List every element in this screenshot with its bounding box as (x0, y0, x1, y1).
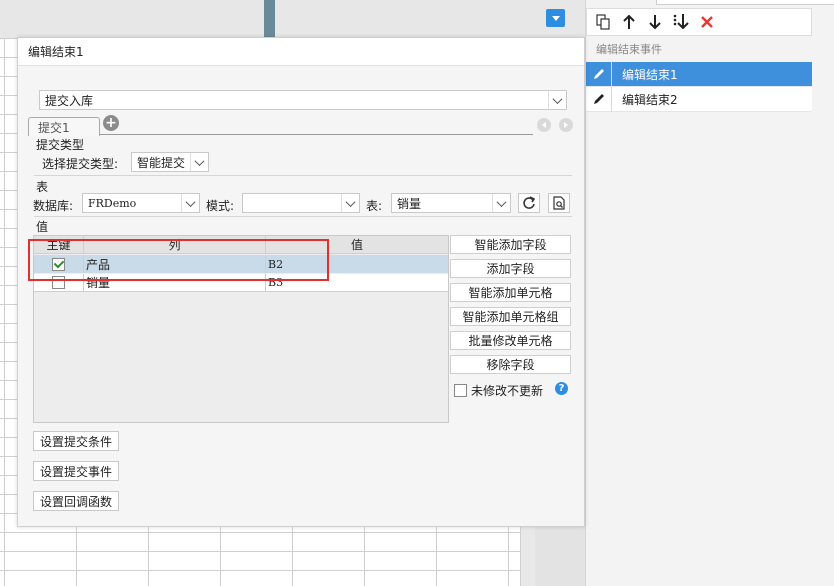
preview-button[interactable] (548, 193, 570, 213)
divider (34, 175, 572, 176)
no-update-option[interactable]: 未修改不更新 (454, 382, 543, 399)
submit-mode-value: 提交入库 (45, 93, 94, 108)
database-label: 数据库: (33, 199, 74, 213)
event-caption: 编辑结束事件 (596, 43, 662, 56)
chevron-down-icon (181, 194, 199, 212)
chevron-down-icon (190, 153, 208, 171)
dialog-title: 编辑结束1 (18, 38, 584, 66)
table-value: 销量 (397, 196, 422, 211)
chevron-down-icon (548, 91, 566, 109)
add-field-button[interactable]: 添加字段 (450, 259, 571, 278)
database-select[interactable]: FRDemo (82, 193, 200, 213)
batch-modify-cell-button[interactable]: 批量修改单元格 (450, 331, 571, 350)
database-value: FRDemo (88, 196, 137, 210)
set-submit-condition-button[interactable]: 设置提交条件 (33, 431, 120, 451)
event-panel: 编辑结束事件 编辑结束1 编辑结束2 (585, 0, 834, 586)
chevron-down-icon (341, 194, 359, 212)
highlight-annotation (28, 239, 329, 281)
submit-mode-select[interactable]: 提交入库 (39, 90, 567, 110)
remove-field-button[interactable]: 移除字段 (450, 355, 571, 374)
table-select[interactable]: 销量 (391, 193, 511, 213)
add-tab-icon[interactable]: + (103, 115, 119, 131)
submit-type-select[interactable]: 智能提交 (131, 152, 209, 172)
tab-next-icon[interactable] (559, 118, 573, 132)
edit-pencil-icon (586, 86, 612, 112)
event-item-1[interactable]: 编辑结束1 (586, 61, 812, 87)
event-toolbar (586, 8, 812, 36)
tab-submit-1[interactable]: 提交1 (28, 117, 100, 136)
preview-icon (553, 196, 565, 210)
value-heading: 值 (36, 220, 49, 234)
smart-add-cell-button[interactable]: 智能添加单元格 (450, 283, 571, 302)
event-item-2[interactable]: 编辑结束2 (586, 86, 812, 112)
smart-add-field-button[interactable]: 智能添加字段 (450, 235, 571, 254)
mode-select[interactable] (242, 193, 360, 213)
set-callback-button[interactable]: 设置回调函数 (33, 491, 120, 511)
help-icon[interactable]: ? (555, 382, 568, 395)
panel-top-strip (656, 0, 834, 5)
submit-tabbar: 提交1 + (28, 115, 533, 136)
event-list: 编辑结束1 编辑结束2 (586, 61, 812, 112)
tab-label: 提交1 (38, 120, 70, 135)
move-down-icon[interactable] (645, 13, 664, 32)
delete-icon[interactable] (697, 13, 716, 32)
move-bottom-icon[interactable] (671, 13, 690, 32)
toolbar-dropdown-icon[interactable] (546, 9, 565, 27)
set-submit-event-button[interactable]: 设置提交事件 (33, 461, 120, 481)
tab-prev-icon[interactable] (537, 118, 551, 132)
copy-icon[interactable] (593, 13, 612, 32)
table-label: 表: (366, 199, 383, 213)
divider (34, 216, 572, 217)
table-heading: 表 (36, 180, 49, 194)
smart-add-cell-group-button[interactable]: 智能添加单元格组 (450, 307, 571, 326)
edit-pencil-icon (586, 61, 612, 87)
event-item-label: 编辑结束1 (622, 67, 678, 82)
edit-end-dialog: 编辑结束1 提交入库 提交1 + 提交类型 选择提交类型: 智能提交 表 数据库… (17, 37, 585, 527)
move-up-icon[interactable] (619, 13, 638, 32)
submit-type-heading: 提交类型 (36, 138, 85, 152)
submit-type-label: 选择提交类型: (42, 157, 119, 171)
chevron-down-icon (492, 194, 510, 212)
mode-label: 模式: (206, 199, 235, 213)
no-update-checkbox[interactable] (454, 384, 467, 397)
toolbar-stripe (264, 0, 275, 38)
refresh-icon (523, 196, 536, 209)
top-toolbar-area (0, 0, 585, 38)
submit-type-value: 智能提交 (137, 155, 186, 170)
refresh-button[interactable] (518, 193, 540, 213)
no-update-label: 未修改不更新 (471, 384, 544, 398)
event-item-label: 编辑结束2 (622, 92, 678, 107)
